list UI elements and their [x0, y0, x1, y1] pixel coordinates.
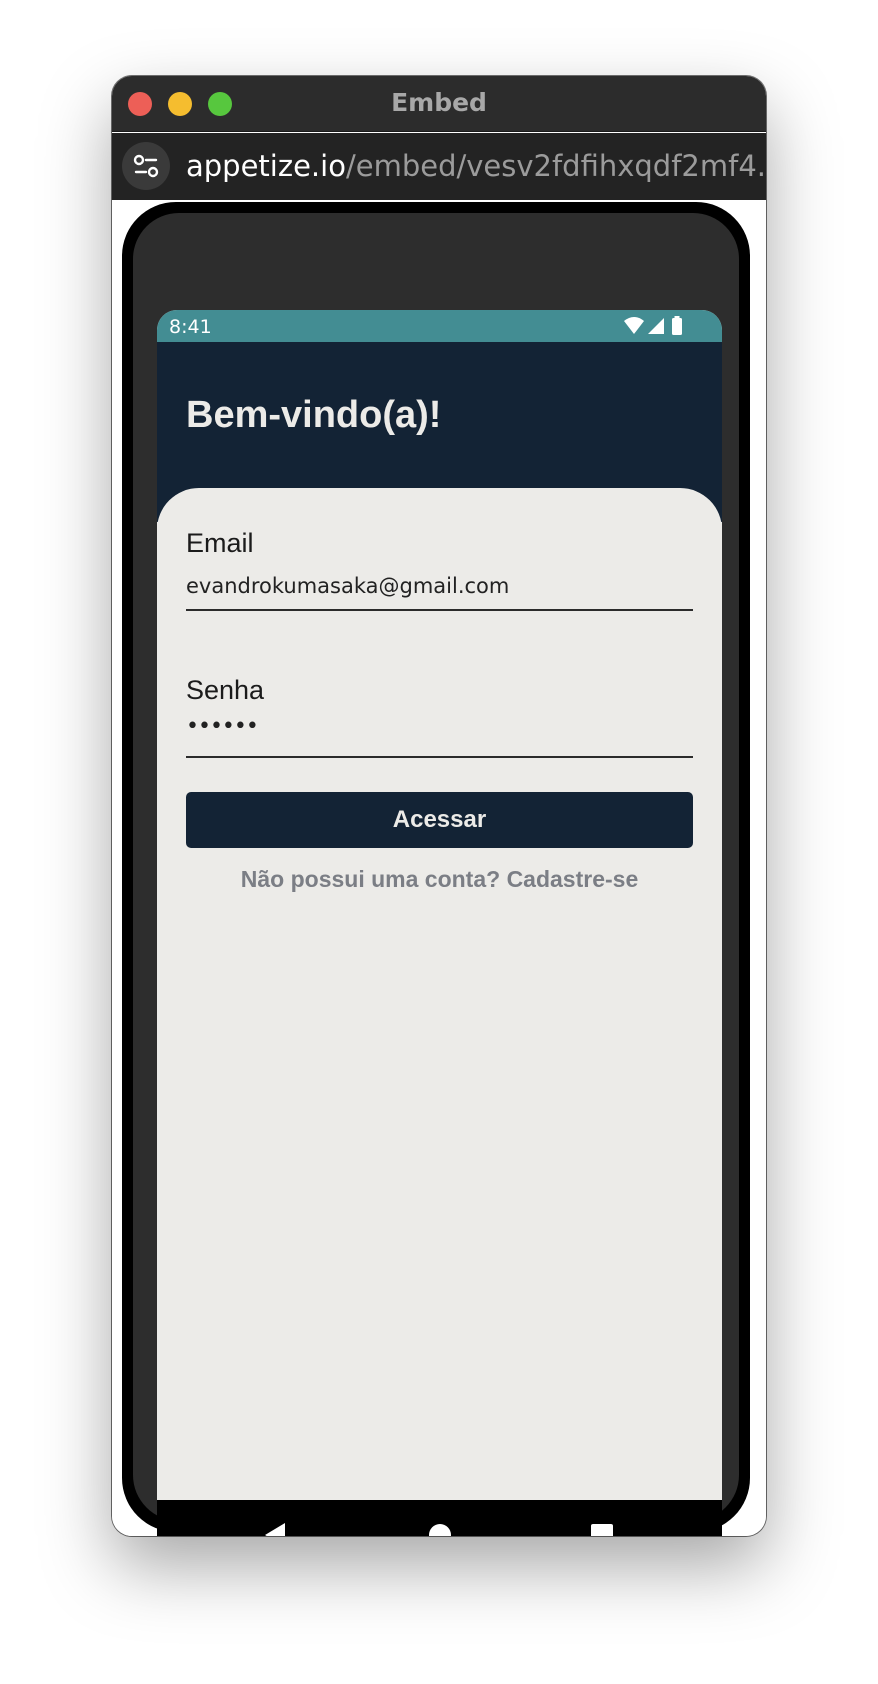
back-icon[interactable]	[265, 1523, 285, 1536]
battery-icon	[672, 318, 682, 335]
password-field[interactable]: ••••••	[186, 714, 693, 739]
email-label: Email	[186, 528, 254, 558]
volume-button[interactable]	[742, 538, 750, 622]
password-underline	[186, 756, 693, 758]
url-host: appetize.io	[186, 149, 346, 183]
window-title: Embed	[391, 88, 487, 117]
login-button[interactable]: Acessar	[186, 792, 693, 848]
wifi-icon	[624, 317, 644, 334]
browser-window: Embed appetize.io/embed/vesv2fdfihxqdf2m…	[112, 76, 766, 1536]
power-button[interactable]	[742, 686, 750, 858]
phone-screen: 8:41 Bem-vindo(a)! Email evandrokumasaka…	[157, 310, 722, 1536]
email-field[interactable]: evandrokumasaka@gmail.com	[186, 574, 693, 598]
url-text[interactable]: appetize.io/embed/vesv2fdfihxqdf2mf4...	[186, 149, 766, 183]
title-bar: Embed	[112, 76, 766, 132]
android-nav-bar	[157, 1500, 722, 1536]
url-path: /embed/vesv2fdfihxqdf2mf4...	[345, 149, 766, 183]
email-underline	[186, 609, 693, 611]
password-label: Senha	[186, 675, 265, 705]
login-form-card: Email evandrokumasaka@gmail.com Senha ••…	[157, 488, 722, 1488]
welcome-title: Bem-vindo(a)!	[186, 394, 442, 436]
status-icons	[624, 316, 682, 335]
recents-icon[interactable]	[591, 1524, 613, 1536]
signup-link[interactable]: Não possui uma conta? Cadastre-se	[157, 866, 722, 893]
status-time: 8:41	[169, 316, 212, 338]
home-icon[interactable]	[429, 1524, 451, 1536]
site-settings-icon[interactable]	[122, 142, 170, 190]
embed-viewport: 8:41 Bem-vindo(a)! Email evandrokumasaka…	[112, 200, 766, 1536]
status-bar: 8:41	[157, 310, 722, 342]
signal-icon	[648, 318, 664, 334]
address-bar[interactable]: appetize.io/embed/vesv2fdfihxqdf2mf4...	[112, 133, 766, 200]
